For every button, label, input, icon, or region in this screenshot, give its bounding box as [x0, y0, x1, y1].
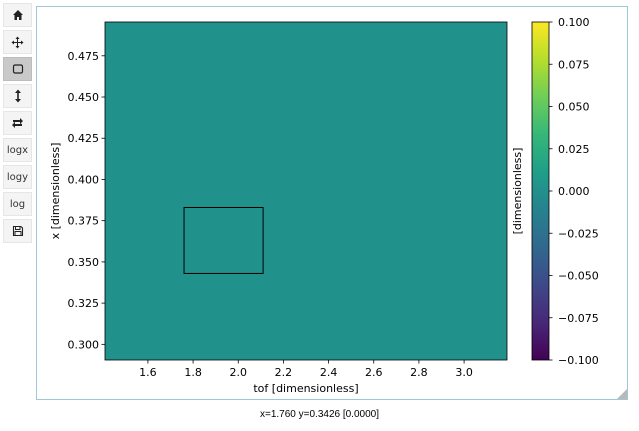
colorbar-tick-label: 0.075: [558, 58, 590, 71]
x-tick-label: 3.0: [455, 366, 473, 379]
y-axis-label: x [dimensionless]: [49, 143, 62, 240]
heatmap-chart: 1.6 1.8 2.0 2.2 2.4 2.6 2.8 3.0 0.300 0.325 0.350…: [49, 16, 599, 395]
x-tick-label: 2.8: [410, 366, 428, 379]
x-tick-label: 1.6: [139, 366, 157, 379]
colorbar-tick-label: −0.100: [558, 354, 599, 367]
colorbar-ticks: −0.100 −0.075 −0.050 −0.025 0.000 0.025 0.050 0…: [549, 16, 599, 367]
x-tick-label: 2.0: [229, 366, 247, 379]
colorbar-tick-label: 0.050: [558, 101, 590, 114]
heatmap-image[interactable]: [105, 22, 507, 360]
x-axis-label: tof [dimensionless]: [253, 382, 358, 395]
colorbar-label: [dimensionless]: [511, 148, 524, 235]
x-tick-label: 1.8: [184, 366, 202, 379]
y-tick-label: 0.475: [68, 50, 100, 63]
y-tick-label: 0.425: [68, 132, 100, 145]
y-axis-ticks: 0.300 0.325 0.350 0.375 0.400 0.425 0.450 0.475: [68, 50, 105, 351]
y-tick-label: 0.325: [68, 297, 100, 310]
x-tick-label: 2.2: [275, 366, 293, 379]
y-tick-label: 0.400: [68, 173, 100, 186]
colorbar-tick-label: −0.025: [558, 227, 599, 240]
y-tick-label: 0.350: [68, 256, 100, 269]
colorbar: [531, 21, 550, 361]
x-tick-label: 2.4: [320, 366, 338, 379]
y-tick-label: 0.450: [68, 91, 100, 104]
colorbar-tick-label: 0.000: [558, 185, 590, 198]
y-tick-label: 0.300: [68, 338, 100, 351]
colorbar-tick-label: −0.050: [558, 270, 599, 283]
status-readout: x=1.760 y=0.3426 [0.0000]: [260, 409, 379, 420]
colorbar-tick-label: 0.025: [558, 143, 590, 156]
x-tick-label: 2.6: [365, 366, 383, 379]
y-tick-label: 0.375: [68, 215, 100, 228]
colorbar-tick-label: −0.075: [558, 312, 599, 325]
x-axis-ticks: 1.6 1.8 2.0 2.2 2.4 2.6 2.8 3.0: [139, 360, 473, 379]
colorbar-tick-label: 0.100: [558, 16, 590, 29]
